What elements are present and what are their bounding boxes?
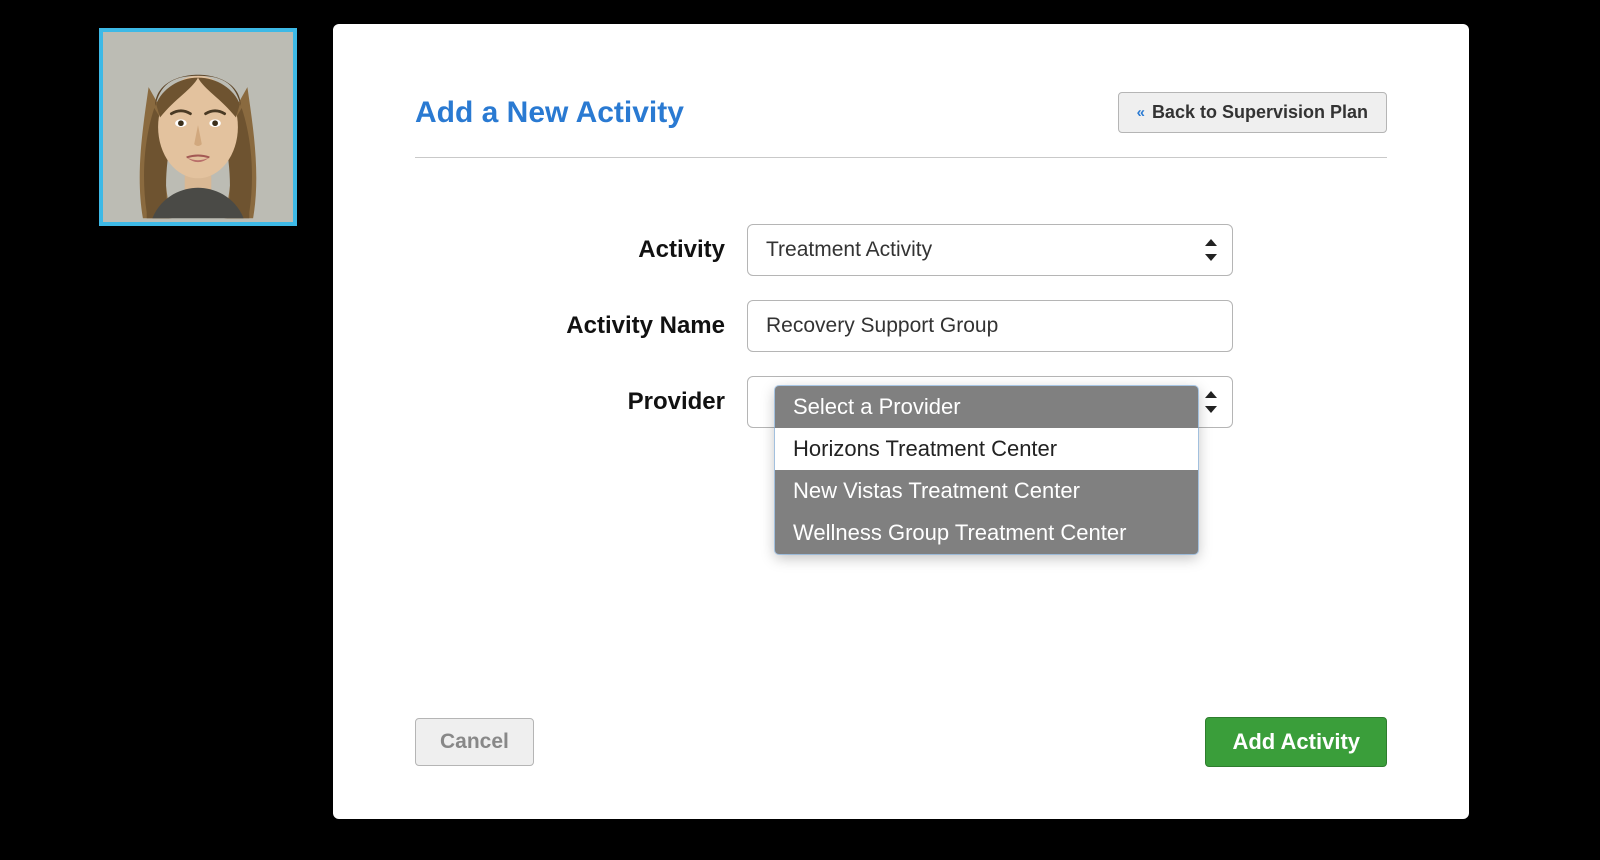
provider-option[interactable]: Select a Provider — [775, 386, 1198, 428]
activity-name-label: Activity Name — [415, 312, 747, 340]
activity-form: Activity Treatment Activity Activity Nam… — [415, 224, 1387, 428]
cancel-button[interactable]: Cancel — [415, 718, 534, 766]
activity-form-panel: Add a New Activity « Back to Supervision… — [333, 24, 1469, 819]
activity-label: Activity — [415, 236, 747, 264]
panel-header: Add a New Activity « Back to Supervision… — [415, 92, 1387, 158]
provider-dropdown: Select a Provider Horizons Treatment Cen… — [775, 386, 1198, 554]
activity-select-value: Treatment Activity — [766, 238, 932, 262]
provider-label: Provider — [415, 388, 747, 416]
avatar — [99, 28, 297, 226]
add-activity-button[interactable]: Add Activity — [1205, 717, 1387, 767]
panel-footer: Cancel Add Activity — [415, 717, 1387, 767]
activity-name-input[interactable]: Recovery Support Group — [747, 300, 1233, 352]
page-title: Add a New Activity — [415, 96, 684, 130]
provider-option[interactable]: Horizons Treatment Center — [775, 428, 1198, 470]
activity-select[interactable]: Treatment Activity — [747, 224, 1233, 276]
provider-option[interactable]: Wellness Group Treatment Center — [775, 512, 1198, 554]
chevron-left-double-icon: « — [1137, 104, 1142, 121]
provider-option[interactable]: New Vistas Treatment Center — [775, 470, 1198, 512]
back-button-label: Back to Supervision Plan — [1152, 102, 1368, 123]
activity-name-value: Recovery Support Group — [766, 314, 998, 338]
back-to-supervision-plan-button[interactable]: « Back to Supervision Plan — [1118, 92, 1387, 133]
